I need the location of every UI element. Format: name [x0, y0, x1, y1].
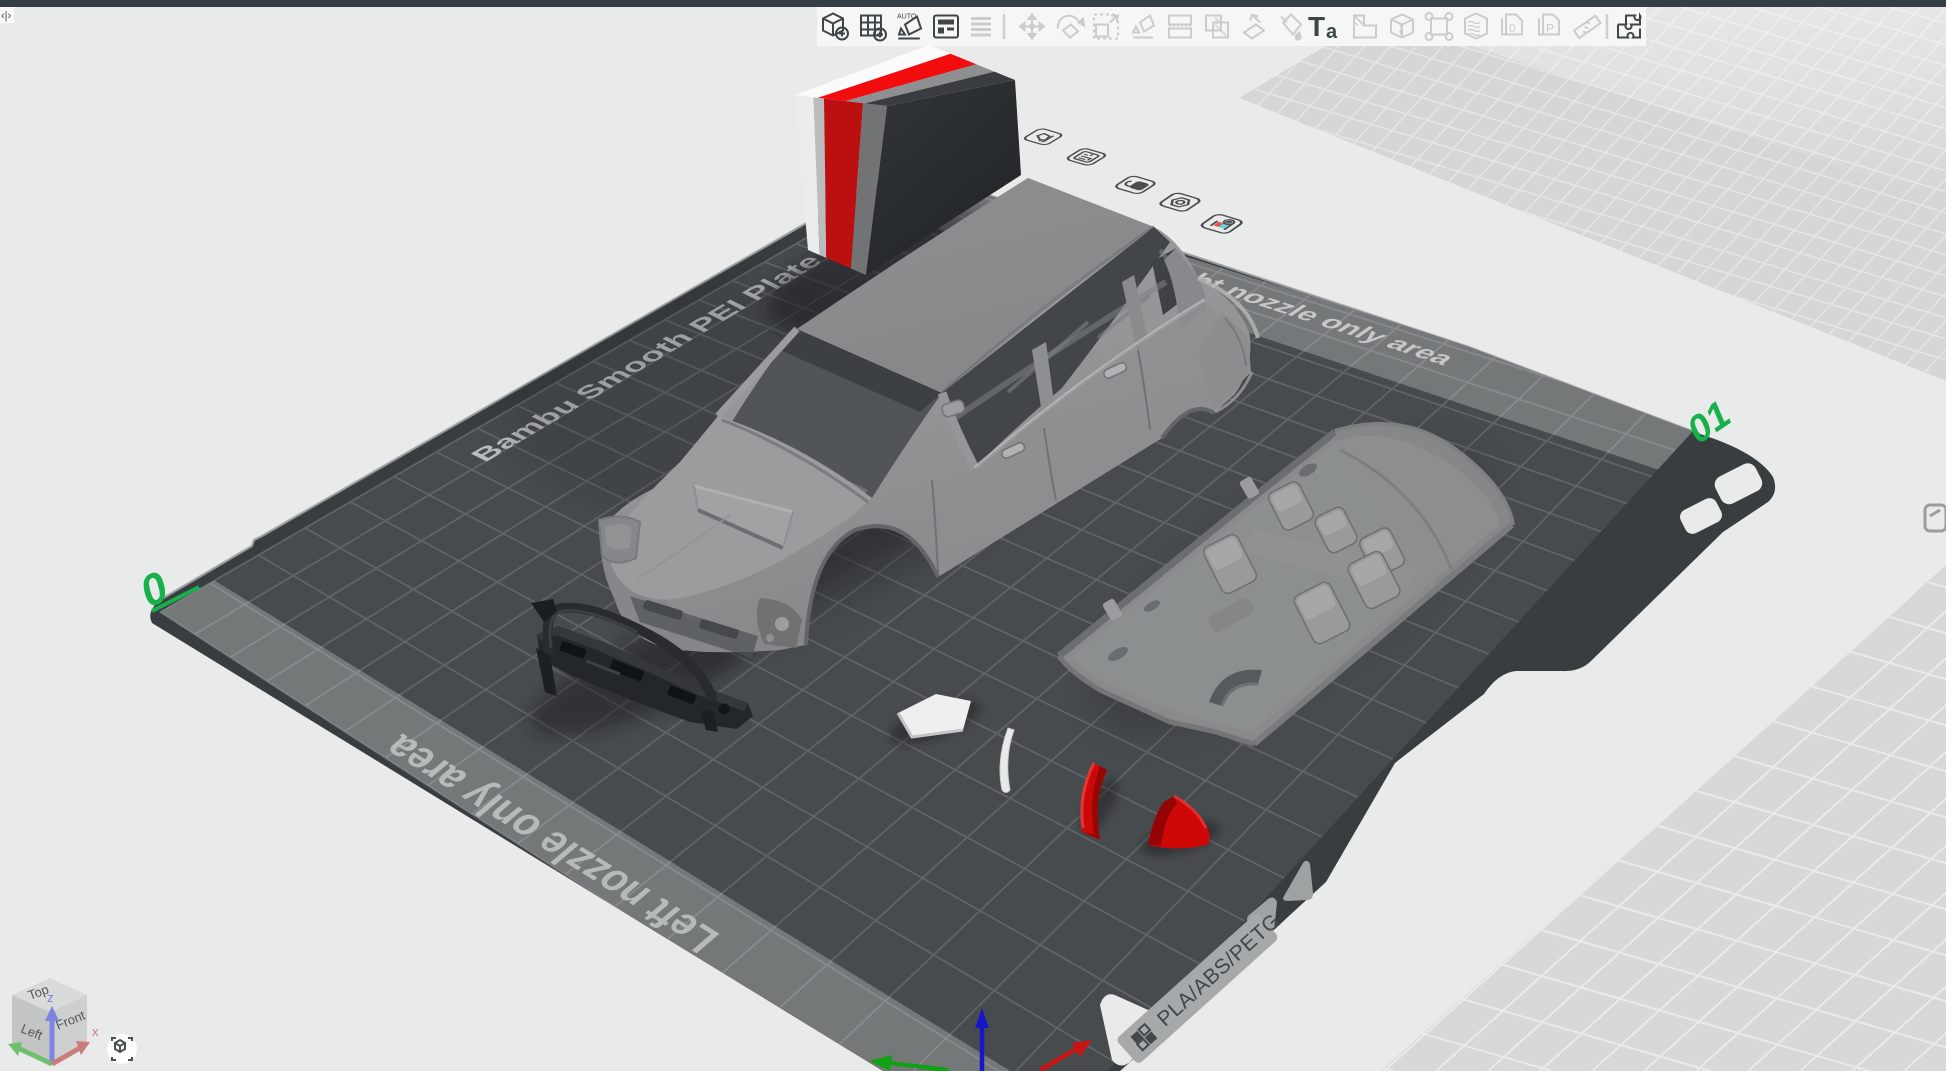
- svg-text:‹|›: ‹|›: [1, 10, 12, 22]
- svg-text:AUTO: AUTO: [897, 14, 917, 21]
- svg-text:a: a: [1326, 21, 1338, 43]
- svg-text:0: 0: [1509, 22, 1516, 36]
- svg-text:z: z: [47, 990, 54, 1005]
- svg-text:T: T: [1308, 11, 1325, 42]
- svg-text:x: x: [92, 1024, 99, 1039]
- svg-text:P: P: [1546, 22, 1554, 36]
